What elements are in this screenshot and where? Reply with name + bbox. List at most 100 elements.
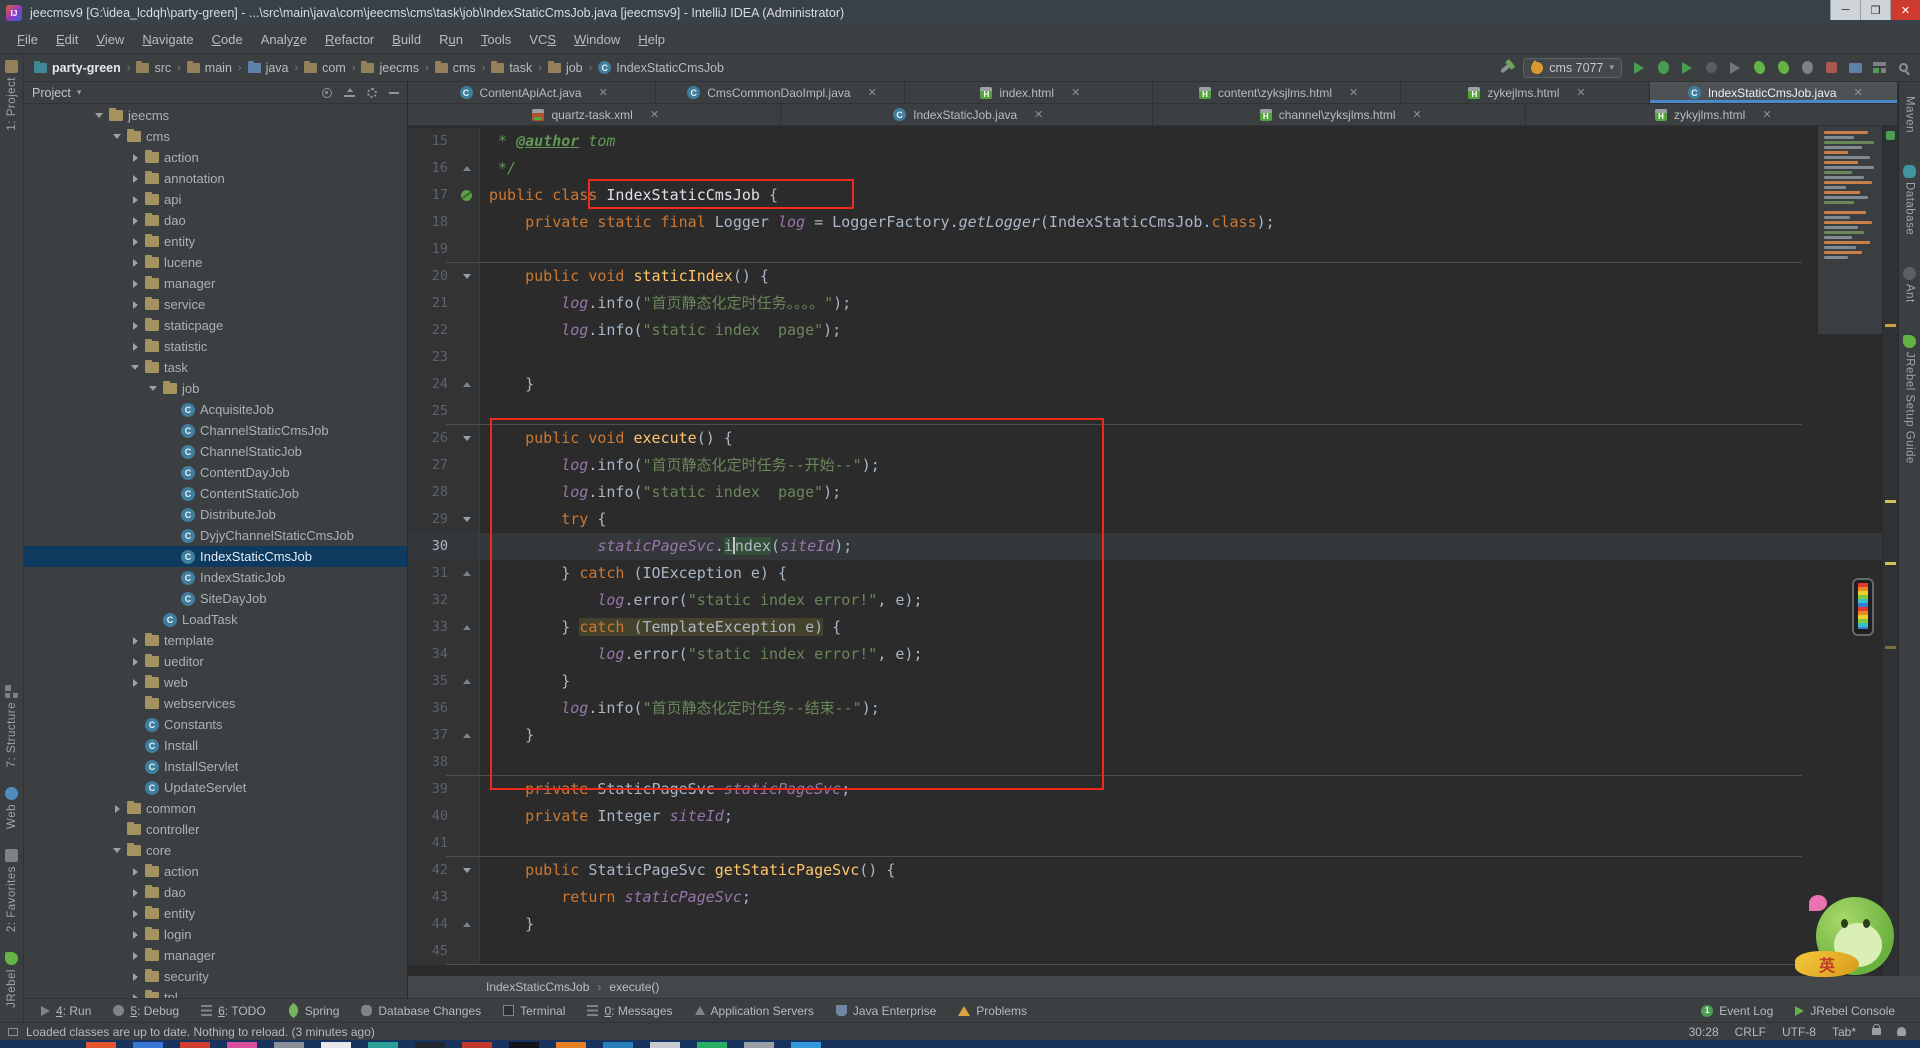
taskbar-app-icon[interactable] xyxy=(556,1042,586,1048)
tree-item-ChannelStaticCmsJob[interactable]: CChannelStaticCmsJob xyxy=(24,420,407,441)
expand-arrow-icon[interactable] xyxy=(130,868,140,876)
tree-item-template[interactable]: template xyxy=(24,630,407,651)
breadcrumb-item-IndexStaticCmsJob[interactable]: CIndexStaticCmsJob xyxy=(596,61,726,75)
tree-item-UpdateServlet[interactable]: CUpdateServlet xyxy=(24,777,407,798)
end-marker-icon[interactable] xyxy=(454,722,480,749)
tool-button-JRebel Setup Guide[interactable]: JRebel Setup Guide xyxy=(1903,329,1916,464)
tool-window-button-6: TODO[interactable]: 6: TODO xyxy=(190,999,277,1022)
tree-item-Constants[interactable]: CConstants xyxy=(24,714,407,735)
layout-icon[interactable] xyxy=(1872,61,1886,75)
breadcrumb-class[interactable]: IndexStaticCmsJob xyxy=(486,980,589,994)
down-marker-icon[interactable] xyxy=(454,263,480,290)
menu-help[interactable]: Help xyxy=(629,28,674,51)
code-minimap[interactable] xyxy=(1818,126,1882,334)
taskbar-app-icon[interactable] xyxy=(603,1042,633,1048)
taskbar-app-icon[interactable] xyxy=(368,1042,398,1048)
breadcrumb-item-party-green[interactable]: party-green xyxy=(32,61,123,75)
down-marker-icon[interactable] xyxy=(454,857,480,884)
tree-item-DistributeJob[interactable]: CDistributeJob xyxy=(24,504,407,525)
expand-arrow-icon[interactable] xyxy=(130,259,140,267)
close-icon[interactable]: ✕ xyxy=(1412,108,1421,121)
collapse-arrow-icon[interactable] xyxy=(94,113,104,118)
jrebel-debug-button[interactable] xyxy=(1776,61,1790,75)
menu-refactor[interactable]: Refactor xyxy=(316,28,383,51)
hide-panel-icon[interactable] xyxy=(389,92,399,94)
tab-quartz-task.xml[interactable]: quartz-task.xml✕ xyxy=(408,104,781,125)
tree-item-InstallServlet[interactable]: CInstallServlet xyxy=(24,756,407,777)
maximize-button[interactable]: ❐ xyxy=(1860,0,1890,20)
taskbar-app-icon[interactable] xyxy=(180,1042,210,1048)
end-marker-icon[interactable] xyxy=(454,371,480,398)
taskbar-app-icon[interactable] xyxy=(462,1042,492,1048)
code-line-15[interactable]: 15 * @author tom xyxy=(408,128,1882,155)
tool-button-2: Favorites[interactable]: 2: Favorites xyxy=(5,843,18,932)
code-line-23[interactable]: 23 xyxy=(408,344,1882,371)
close-icon[interactable]: ✕ xyxy=(1071,86,1080,99)
expand-arrow-icon[interactable] xyxy=(130,679,140,687)
end-marker-icon[interactable] xyxy=(454,155,480,182)
code-line-24[interactable]: 24 } xyxy=(408,371,1882,398)
expand-arrow-icon[interactable] xyxy=(130,196,140,204)
close-icon[interactable]: ✕ xyxy=(868,86,877,99)
tree-item-cms[interactable]: cms xyxy=(24,126,407,147)
expand-arrow-icon[interactable] xyxy=(130,658,140,666)
debug-button[interactable] xyxy=(1656,61,1670,75)
tool-window-button-Problems[interactable]: Problems xyxy=(947,999,1038,1022)
tree-item-ChannelStaticJob[interactable]: CChannelStaticJob xyxy=(24,441,407,462)
tree-item-manager[interactable]: manager xyxy=(24,945,407,966)
code-line-41[interactable]: 41 xyxy=(408,830,1882,857)
tree-item-action[interactable]: action xyxy=(24,861,407,882)
run-disabled-button[interactable] xyxy=(1728,61,1742,75)
gear-icon[interactable] xyxy=(367,88,377,98)
expand-arrow-icon[interactable] xyxy=(130,931,140,939)
tree-item-annotation[interactable]: annotation xyxy=(24,168,407,189)
menu-run[interactable]: Run xyxy=(430,28,472,51)
expand-arrow-icon[interactable] xyxy=(130,973,140,981)
indent-style[interactable]: Tab* xyxy=(1832,1025,1856,1039)
close-icon[interactable]: ✕ xyxy=(599,86,608,99)
tree-item-SiteDayJob[interactable]: CSiteDayJob xyxy=(24,588,407,609)
breadcrumb-item-src[interactable]: src xyxy=(134,61,173,75)
end-marker-icon[interactable] xyxy=(454,560,480,587)
tool-window-button-Database Changes[interactable]: Database Changes xyxy=(350,999,492,1022)
tab-IndexStaticCmsJob.java[interactable]: CIndexStaticCmsJob.java✕ xyxy=(1650,82,1898,103)
taskbar-app-icon[interactable] xyxy=(274,1042,304,1048)
error-stripe-mark[interactable] xyxy=(1885,646,1896,649)
breadcrumb-item-task[interactable]: task xyxy=(489,61,534,75)
tree-item-AcquisiteJob[interactable]: CAcquisiteJob xyxy=(24,399,407,420)
close-icon[interactable]: ✕ xyxy=(1762,108,1771,121)
caret-position[interactable]: 30:28 xyxy=(1689,1025,1719,1039)
code-line-19[interactable]: 19 xyxy=(408,236,1882,263)
tree-item-service[interactable]: service xyxy=(24,294,407,315)
tree-item-tpl[interactable]: tpl xyxy=(24,987,407,998)
tool-window-button-0: Messages[interactable]: 0: Messages xyxy=(576,999,683,1022)
code-line-42[interactable]: 42 public StaticPageSvc getStaticPageSvc… xyxy=(408,857,1882,884)
build-hammer-icon[interactable] xyxy=(1499,61,1513,75)
tool-window-button-JRebel Console[interactable]: JRebel Console xyxy=(1784,1004,1906,1018)
menu-analyze[interactable]: Analyze xyxy=(252,28,316,51)
close-icon[interactable]: ✕ xyxy=(1576,86,1585,99)
tab-IndexStaticJob.java[interactable]: CIndexStaticJob.java✕ xyxy=(781,104,1154,125)
tool-window-button-5: Debug[interactable]: 5: Debug xyxy=(102,999,190,1022)
tree-item-dao[interactable]: dao xyxy=(24,882,407,903)
menu-tools[interactable]: Tools xyxy=(472,28,520,51)
code-line-21[interactable]: 21 log.info("首页静态化定时任务。。。。"); xyxy=(408,290,1882,317)
tab-ContentApiAct.java[interactable]: CContentApiAct.java✕ xyxy=(408,82,656,103)
profiler-button[interactable] xyxy=(1704,61,1718,75)
tree-item-common[interactable]: common xyxy=(24,798,407,819)
breadcrumb-item-jeecms[interactable]: jeecms xyxy=(359,61,421,75)
tab-zykejlms.html[interactable]: Hzykejlms.html✕ xyxy=(1401,82,1649,103)
tree-item-dao[interactable]: dao xyxy=(24,210,407,231)
taskbar-app-icon[interactable] xyxy=(227,1042,257,1048)
tool-button-Web[interactable]: Web xyxy=(5,781,18,829)
menu-view[interactable]: View xyxy=(87,28,133,51)
tree-item-action[interactable]: action xyxy=(24,147,407,168)
close-icon[interactable]: ✕ xyxy=(1349,86,1358,99)
tree-item-controller[interactable]: controller xyxy=(24,819,407,840)
tool-button-Ant[interactable]: Ant xyxy=(1903,261,1916,303)
collapse-arrow-icon[interactable] xyxy=(130,365,140,370)
tool-window-button-Event Log[interactable]: 1Event Log xyxy=(1690,1004,1784,1018)
tree-item-login[interactable]: login xyxy=(24,924,407,945)
expand-arrow-icon[interactable] xyxy=(130,217,140,225)
end-marker-icon[interactable] xyxy=(454,614,480,641)
